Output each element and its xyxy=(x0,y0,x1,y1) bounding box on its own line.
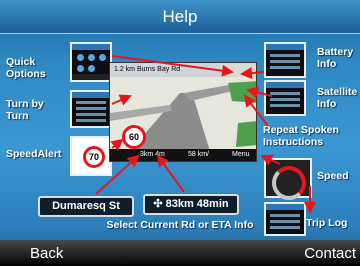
speed-limit-sign: 60 xyxy=(122,125,146,149)
select-info-label: Select Current Rd or ETA Info xyxy=(106,219,254,231)
quick-options-label: Quick Options xyxy=(6,56,46,80)
navigation-map-screenshot: 1.2 km Burns Bay Rd 60 3km 4m 58 km/ Men… xyxy=(109,62,257,162)
satellite-info-thumbnail xyxy=(264,80,306,116)
contact-button[interactable]: Contact xyxy=(304,245,356,262)
current-road-pill[interactable]: Dumaresq St xyxy=(38,196,134,217)
help-screen: Help Quick Options Turn by Turn SpeedAle… xyxy=(0,0,360,266)
speed-alert-sign: 70 xyxy=(83,146,105,168)
speed-label: Speed xyxy=(317,170,349,182)
speed-thumbnail xyxy=(264,158,312,200)
battery-info-thumbnail xyxy=(264,42,306,78)
page-title: Help xyxy=(162,7,198,26)
eta-value: 83km 48min xyxy=(165,198,229,210)
map-menu-button[interactable]: Menu xyxy=(232,151,250,158)
repeat-spoken-label: Repeat Spoken Instructions xyxy=(263,124,339,148)
back-button[interactable]: Back xyxy=(30,245,63,262)
speed-alert-label: SpeedAlert xyxy=(6,148,62,160)
softkey-bar: Back Contact xyxy=(0,240,360,266)
turn-by-turn-label: Turn by Turn xyxy=(6,98,44,122)
satellite-info-label: Satellite Info xyxy=(317,86,358,110)
speed-alert-thumbnail: 70 xyxy=(70,136,112,176)
map-status-bar: 3km 4m 58 km/ Menu xyxy=(110,149,256,161)
turn-by-turn-thumbnail xyxy=(70,90,112,128)
compass-icon: ✣ xyxy=(153,198,163,210)
title-bar: Help xyxy=(0,0,360,34)
quick-options-thumbnail xyxy=(70,42,112,82)
map-street-banner: 1.2 km Burns Bay Rd xyxy=(110,63,220,77)
map-speed: 58 km/ xyxy=(188,151,210,158)
map-distance: 3km 4m xyxy=(140,151,165,158)
eta-pill[interactable]: ✣ 83km 48min xyxy=(143,194,239,215)
battery-info-label: Battery Info xyxy=(317,46,354,70)
